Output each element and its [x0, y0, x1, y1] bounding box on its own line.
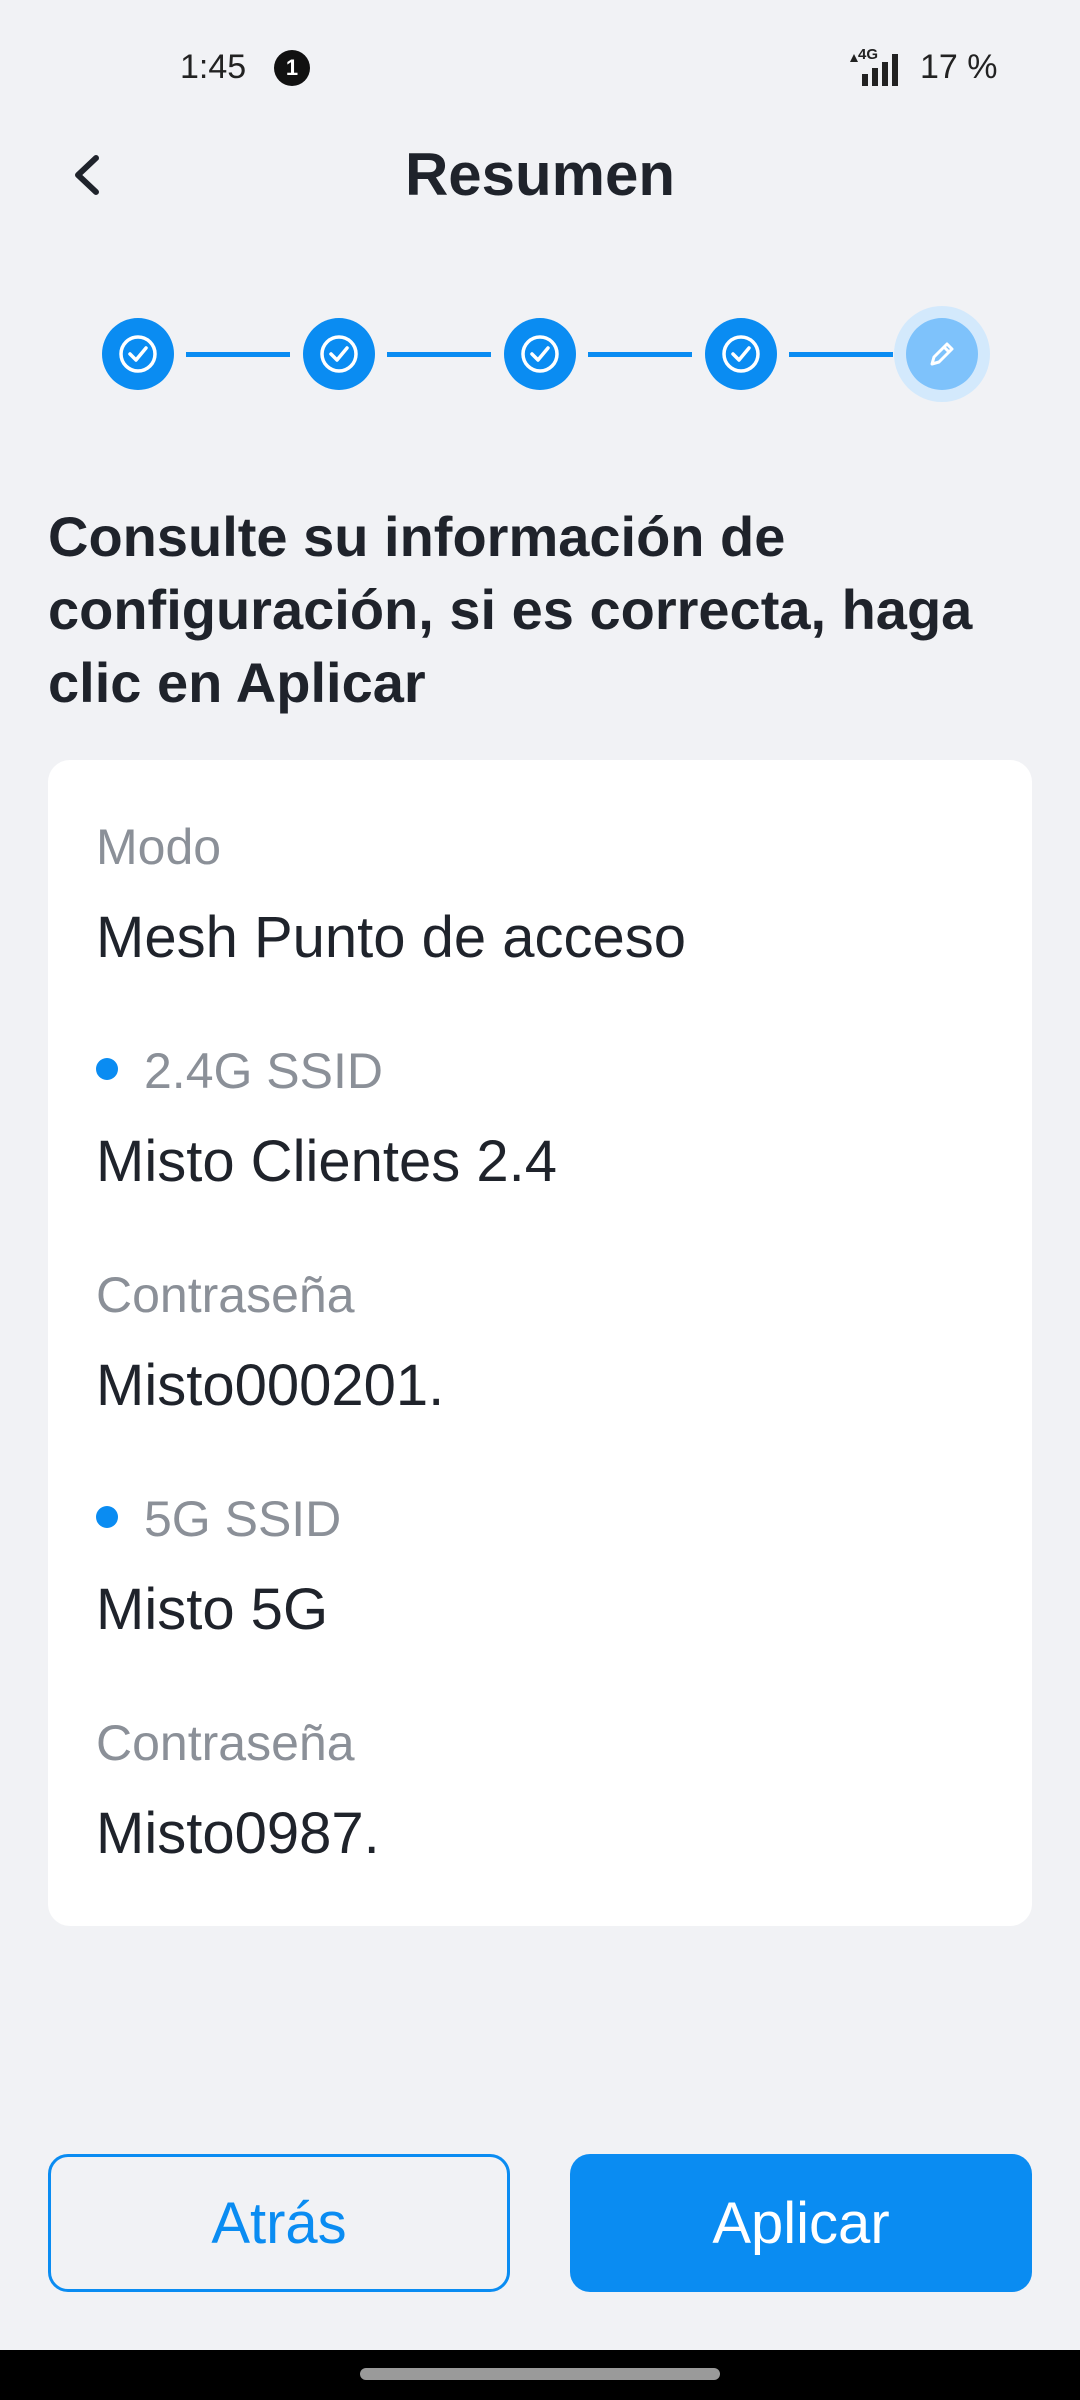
ssid-5-label-row: 5G SSID: [96, 1490, 341, 1548]
ssid-24-label-row: 2.4G SSID: [96, 1042, 383, 1100]
mode-label: Modo: [96, 819, 222, 875]
chevron-left-icon: [75, 155, 99, 195]
password-5-label: Contraseña: [96, 1715, 355, 1771]
ssid-24-value: Misto Clientes 2.4: [96, 1129, 557, 1194]
apply-button[interactable]: Aplicar: [570, 2154, 1032, 2292]
password-24-value: Misto000201.: [96, 1353, 445, 1418]
back-button[interactable]: [58, 140, 118, 210]
mode-value: Mesh Punto de acceso: [96, 905, 687, 970]
instructions-heading: Consulte su información de configuración…: [48, 505, 973, 714]
password-5-value: Misto0987.: [96, 1801, 380, 1866]
check-circle-icon: [521, 335, 559, 373]
password-24-label: Contraseña: [96, 1267, 355, 1323]
step-connector: [588, 352, 692, 357]
notification-badge: 1: [274, 50, 310, 86]
ssid-24-label: 2.4G SSID: [144, 1043, 383, 1099]
signal-icon: [850, 54, 898, 86]
check-circle-icon: [320, 335, 358, 373]
bullet-dot-icon: [96, 1057, 118, 1080]
status-time: 1:45: [180, 48, 247, 86]
step-connector: [789, 352, 893, 357]
battery-level: 17 %: [920, 48, 998, 86]
step-4-completed: [705, 318, 777, 390]
home-indicator[interactable]: [360, 2368, 720, 2380]
step-2-completed: [303, 318, 375, 390]
page-title: Resumen: [404, 141, 676, 208]
check-circle-icon: [119, 335, 157, 373]
bullet-dot-icon: [96, 1505, 118, 1528]
back-action-button[interactable]: Atrás: [48, 2154, 510, 2292]
screen: 1:45 1 4G 17 % Resumen Consulte su infor…: [0, 0, 1080, 2400]
progress-stepper: [0, 318, 1080, 390]
step-3-completed: [504, 318, 576, 390]
status-bar: 1:45 1 4G 17 %: [0, 0, 1080, 130]
step-connector: [387, 352, 491, 357]
ssid-5-label: 5G SSID: [144, 1491, 342, 1547]
step-1-completed: [102, 318, 174, 390]
ssid-5-value: Misto 5G: [96, 1577, 329, 1642]
step-connector: [186, 352, 290, 357]
pencil-icon: [930, 342, 954, 366]
check-circle-icon: [722, 335, 760, 373]
summary-card: Modo Mesh Punto de acceso 2.4G SSID Mist…: [48, 760, 1032, 1926]
step-5-current: [906, 318, 978, 390]
